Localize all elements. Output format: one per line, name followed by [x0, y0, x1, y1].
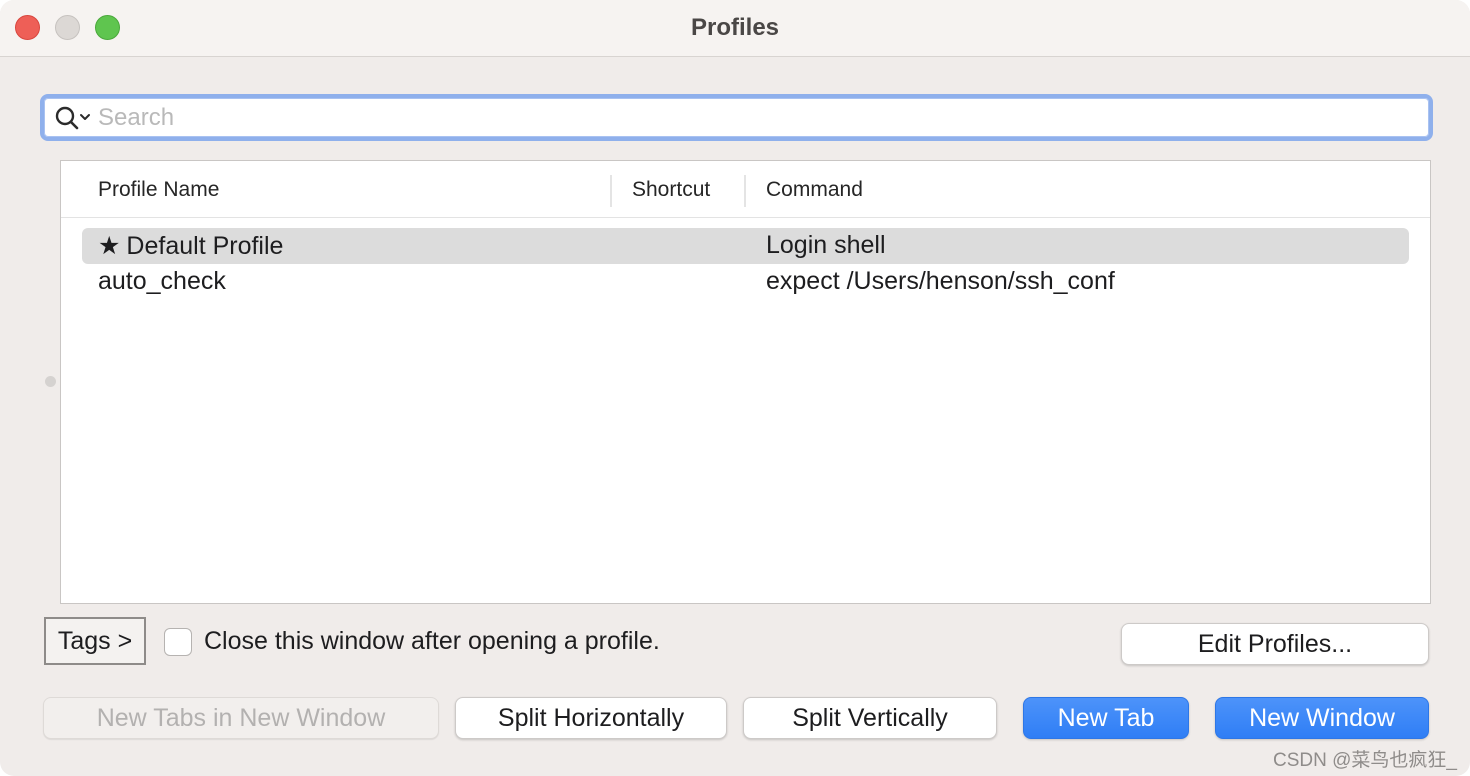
close-after-open-label[interactable]: Close this window after opening a profil…	[204, 627, 660, 656]
column-header-profile-name[interactable]: Profile Name	[98, 178, 219, 202]
search-icon[interactable]	[54, 105, 94, 131]
column-divider[interactable]	[610, 175, 612, 207]
column-divider[interactable]	[744, 175, 746, 207]
profile-name: auto_check	[98, 267, 226, 295]
column-header-command[interactable]: Command	[766, 178, 863, 202]
new-tab-button[interactable]: New Tab	[1023, 697, 1189, 739]
profile-command: Login shell	[766, 231, 886, 259]
watermark-text: CSDN @菜鸟也疯狂_	[1273, 750, 1457, 771]
search-field[interactable]	[40, 94, 1433, 141]
tags-toggle-button[interactable]: Tags >	[44, 617, 146, 665]
split-horizontally-button[interactable]: Split Horizontally	[455, 697, 727, 739]
star-icon: ★	[98, 232, 121, 260]
new-window-button[interactable]: New Window	[1215, 697, 1429, 739]
title-bar: Profiles	[0, 0, 1470, 57]
profiles-window: Profiles Profile Name Shortcut Command ★…	[0, 0, 1470, 776]
search-input[interactable]	[98, 101, 1418, 134]
split-vertically-button[interactable]: Split Vertically	[743, 697, 997, 739]
tags-splitter-handle[interactable]	[45, 376, 56, 387]
profile-command: expect /Users/henson/ssh_conf	[766, 267, 1115, 295]
table-header: Profile Name Shortcut Command	[61, 161, 1430, 218]
close-after-open-checkbox[interactable]	[164, 628, 192, 656]
new-tabs-in-new-window-button: New Tabs in New Window	[43, 697, 439, 739]
table-row-auto-check[interactable]: auto_check expect /Users/henson/ssh_conf	[82, 264, 1409, 300]
window-title: Profiles	[690, 14, 780, 41]
profile-name-cell: ★ Default Profile	[98, 231, 283, 261]
profiles-table: Profile Name Shortcut Command ★ Default P…	[60, 160, 1431, 604]
edit-profiles-button[interactable]: Edit Profiles...	[1121, 623, 1429, 665]
table-row-default-profile[interactable]: ★ Default Profile Login shell	[82, 228, 1409, 264]
column-header-shortcut[interactable]: Shortcut	[632, 178, 710, 202]
profile-name: Default Profile	[126, 232, 284, 260]
